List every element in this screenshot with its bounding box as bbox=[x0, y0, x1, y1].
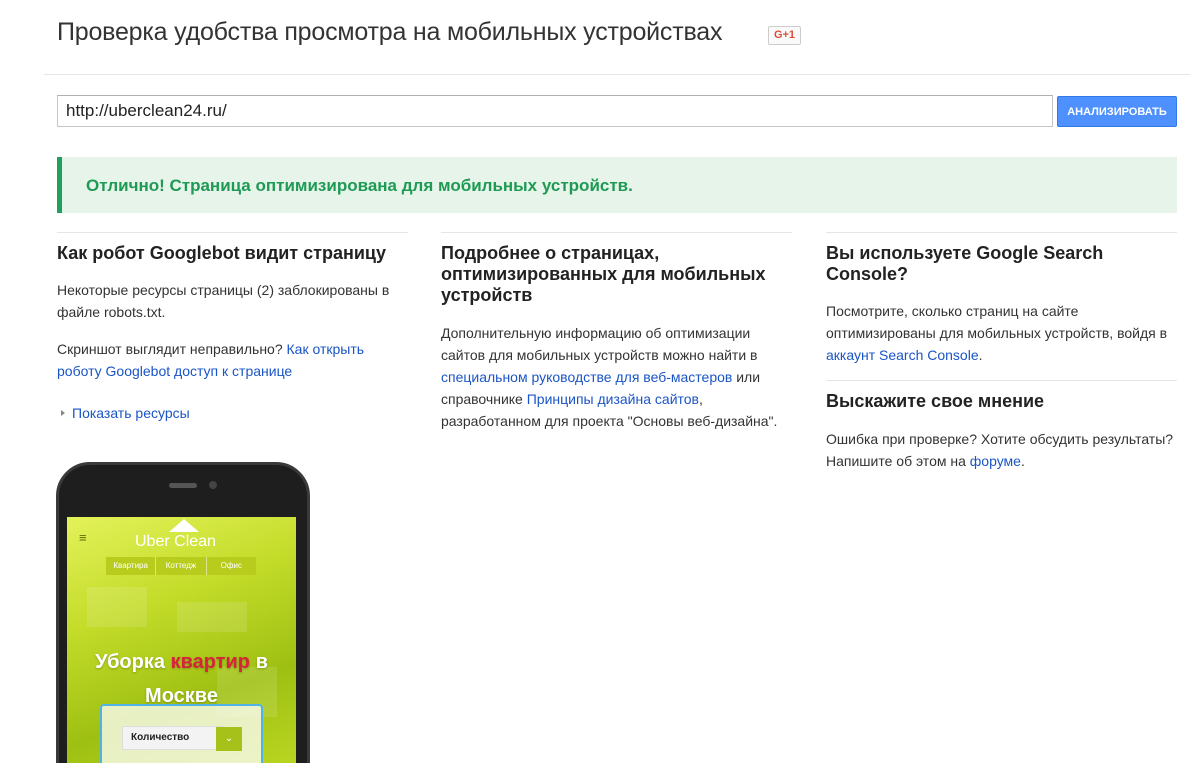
analyze-button[interactable]: АНАЛИЗИРОВАТЬ bbox=[1057, 96, 1177, 127]
uberclean-logo: Uber Clean bbox=[135, 519, 216, 551]
page-title: Проверка удобства просмотра на мобильных… bbox=[57, 18, 723, 46]
mobile-info-heading: Подробнее о страницах, оптимизированных … bbox=[441, 243, 766, 305]
site-nav-item: Коттедж bbox=[156, 557, 207, 575]
webmaster-guide-link[interactable]: специальном руководстве для веб-мастеров bbox=[441, 369, 732, 385]
googlebot-access-link-cont[interactable]: роботу Googlebot доступ к странице bbox=[57, 363, 292, 379]
hero-headline: Уборка квартир в Москве bbox=[95, 651, 268, 707]
blocked-resources-text: Некоторые ресурсы страницы (2) заблокиро… bbox=[57, 282, 390, 320]
site-nav-item: Квартира bbox=[106, 557, 157, 575]
feedback-text: Ошибка при проверке? Хотите обсудить рез… bbox=[826, 431, 1174, 469]
left-column-divider bbox=[57, 232, 408, 233]
house-roof-icon bbox=[169, 519, 199, 532]
googlebot-access-link[interactable]: Как открыть bbox=[287, 341, 365, 357]
search-console-account-link[interactable]: аккаунт Search Console bbox=[826, 347, 979, 363]
phone-screenshot: ≡ Uber Clean Квартира Коттедж Офис Уборк… bbox=[67, 517, 296, 763]
screenshot-help-text: Скриншот выглядит неправильно? Как откры… bbox=[57, 341, 365, 379]
expand-triangle-icon bbox=[61, 410, 65, 416]
search-console-heading: Вы используете Google Search Console? bbox=[826, 243, 1104, 284]
google-plus-button[interactable]: G+1 bbox=[768, 26, 801, 45]
design-principles-link[interactable]: Принципы дизайна сайтов bbox=[527, 391, 699, 407]
forum-link[interactable]: форуме bbox=[970, 453, 1021, 469]
result-banner: Отлично! Страница оптимизирована для моб… bbox=[57, 157, 1177, 213]
site-nav: Квартира Коттедж Офис bbox=[106, 557, 256, 575]
feedback-divider bbox=[826, 380, 1177, 381]
search-console-text: Посмотрите, сколько страниц на сайте опт… bbox=[826, 303, 1168, 363]
quantity-select: Количество bbox=[122, 726, 224, 750]
bg-block bbox=[177, 602, 247, 632]
mobile-info-text: Дополнительную информацию об оптимизации… bbox=[441, 325, 778, 429]
site-nav-item: Офис bbox=[220, 561, 242, 570]
header-divider bbox=[44, 74, 1190, 75]
result-message: Отлично! Страница оптимизирована для моб… bbox=[86, 176, 633, 195]
phone-speaker bbox=[169, 483, 197, 488]
phone-camera-icon bbox=[209, 481, 217, 489]
googlebot-view-heading: Как робот Googlebot видит страницу bbox=[57, 243, 386, 263]
chevron-down-icon: ⌄ bbox=[216, 727, 242, 751]
right-column-divider bbox=[826, 232, 1177, 233]
bg-block bbox=[87, 587, 147, 627]
show-resources-toggle[interactable]: Показать ресурсы bbox=[61, 405, 190, 421]
order-form: Количество ⌄ bbox=[100, 704, 263, 763]
hamburger-menu-icon: ≡ bbox=[79, 530, 87, 545]
url-input[interactable] bbox=[57, 95, 1053, 127]
feedback-heading: Выскажите свое мнение bbox=[826, 391, 1045, 411]
middle-column-divider bbox=[441, 232, 792, 233]
